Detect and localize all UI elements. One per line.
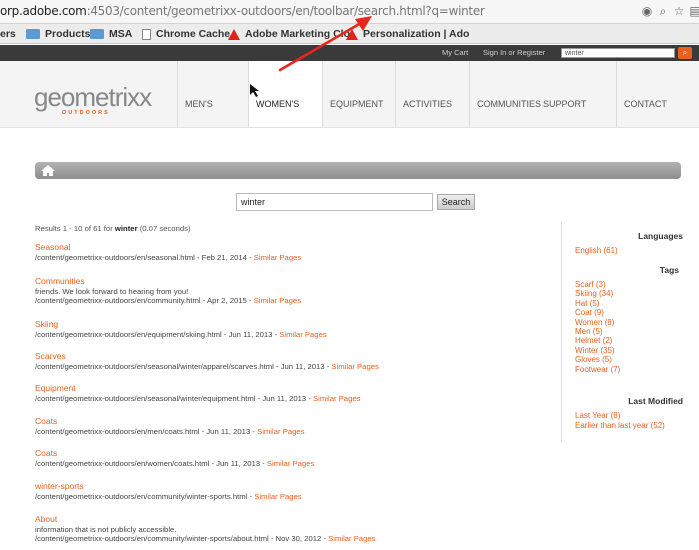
result-title[interactable]: Coats: [35, 448, 314, 459]
bookmark-item[interactable]: Chrome Cache: [142, 28, 230, 40]
nav-contact[interactable]: CONTACT: [616, 61, 699, 127]
location-icon[interactable]: ◉: [640, 4, 654, 18]
search-button[interactable]: Search: [437, 194, 475, 210]
result-title[interactable]: Seasonal: [35, 242, 301, 253]
browser-address-bar[interactable]: orp.adobe.com:4503/content/geometrixx-ou…: [0, 0, 699, 24]
bookmark-item[interactable]: Adobe Marketing Clo: [228, 28, 350, 40]
results-summary: Results 1 - 10 of 61 for winter (0.07 se…: [35, 224, 191, 233]
facet-link[interactable]: Hat (5): [575, 299, 599, 308]
facet-link[interactable]: Scarf (3): [575, 280, 606, 289]
result-title[interactable]: Equipment: [35, 383, 360, 394]
header-search-input[interactable]: winter: [561, 48, 675, 58]
nav-activities[interactable]: ACTIVITIES: [395, 61, 469, 127]
result-item: winter-sports /content/geometrixx-outdoo…: [35, 481, 302, 501]
similar-pages-link[interactable]: Similar Pages: [331, 362, 378, 371]
tags-heading: Tags: [659, 265, 679, 275]
result-item: Skiing /content/geometrixx-outdoors/en/e…: [35, 319, 327, 339]
facet-link[interactable]: Earlier than last year (52): [575, 421, 665, 430]
extension-icon[interactable]: ▤: [688, 4, 699, 18]
bookmark-item[interactable]: ers: [0, 28, 16, 40]
result-item: About information that is not publicly a…: [35, 514, 376, 543]
result-item: Scarves /content/geometrixx-outdoors/en/…: [35, 351, 379, 371]
facet-link[interactable]: Helmet (2): [575, 336, 612, 345]
sign-in-link[interactable]: Sign In or Register: [483, 48, 545, 57]
facet-link[interactable]: Last Year (8): [575, 411, 620, 420]
result-title[interactable]: Skiing: [35, 319, 327, 330]
similar-pages-link[interactable]: Similar Pages: [328, 534, 375, 543]
similar-pages-link[interactable]: Similar Pages: [254, 296, 301, 305]
result-item: Coats /content/geometrixx-outdoors/en/me…: [35, 416, 305, 436]
bookmark-item[interactable]: Products: [26, 28, 91, 40]
result-title[interactable]: Coats: [35, 416, 305, 427]
result-item: Seasonal /content/geometrixx-outdoors/en…: [35, 242, 302, 262]
facet-link[interactable]: Footwear (7): [575, 365, 620, 374]
result-title[interactable]: Communities: [35, 276, 301, 287]
similar-pages-link[interactable]: Similar Pages: [313, 394, 360, 403]
bookmark-star-icon[interactable]: ☆: [672, 4, 686, 18]
adobe-icon: [228, 28, 240, 40]
zoom-icon[interactable]: ⌕: [656, 4, 670, 18]
url-text[interactable]: orp.adobe.com:4503/content/geometrixx-ou…: [0, 4, 485, 18]
search-input[interactable]: winter: [236, 193, 433, 211]
page-icon: [142, 28, 151, 40]
facet-link[interactable]: English (61): [575, 246, 618, 255]
facet-link[interactable]: Women (8): [575, 318, 614, 327]
nav-mens[interactable]: MEN'S: [177, 61, 248, 127]
similar-pages-link[interactable]: Similar Pages: [267, 459, 314, 468]
logo-subtitle: OUTDOORS: [62, 110, 110, 116]
my-cart-link[interactable]: My Cart: [442, 48, 468, 57]
breadcrumb: [35, 162, 681, 179]
bookmark-item[interactable]: MSA: [90, 28, 132, 40]
bookmark-item[interactable]: Personalization | Ado: [346, 28, 469, 40]
nav-communities[interactable]: COMMUNITIES: [469, 61, 543, 127]
main-navigation: geometrixx OUTDOORS MEN'S WOMEN'S EQUIPM…: [0, 61, 699, 128]
result-excerpt: friends. We look forward to hearing from…: [35, 287, 189, 296]
facet-link[interactable]: Gloves (5): [575, 355, 612, 364]
search-facets-sidebar: Languages English (61) Tags Scarf (3) Sk…: [561, 222, 683, 442]
result-item: Communities friends. We look forward to …: [35, 276, 302, 305]
search-icon: ⌕: [682, 48, 688, 57]
result-item: Coats /content/geometrixx-outdoors/en/wo…: [35, 448, 315, 468]
result-excerpt: information that is not publicly accessi…: [35, 525, 177, 534]
folder-icon: [26, 29, 40, 39]
home-icon[interactable]: [41, 165, 55, 176]
nav-womens[interactable]: WOMEN'S: [248, 61, 322, 127]
similar-pages-link[interactable]: Similar Pages: [254, 253, 301, 262]
result-item: Equipment /content/geometrixx-outdoors/e…: [35, 383, 361, 403]
facet-link[interactable]: Skiing (34): [575, 289, 613, 298]
similar-pages-link[interactable]: Similar Pages: [254, 492, 301, 501]
nav-equipment[interactable]: EQUIPMENT: [322, 61, 395, 127]
facet-link[interactable]: Men (5): [575, 327, 603, 336]
header-search-button[interactable]: ⌕: [678, 47, 692, 59]
result-title[interactable]: winter-sports: [35, 481, 302, 492]
similar-pages-link[interactable]: Similar Pages: [257, 427, 304, 436]
result-title[interactable]: About: [35, 514, 376, 525]
similar-pages-link[interactable]: Similar Pages: [279, 330, 326, 339]
site-utility-bar: My Cart Sign In or Register winter ⌕: [0, 45, 699, 61]
facet-link[interactable]: Winter (35): [575, 346, 615, 355]
nav-support[interactable]: SUPPORT: [543, 61, 616, 127]
facet-link[interactable]: Coat (9): [575, 308, 604, 317]
adobe-icon: [346, 28, 358, 40]
bookmarks-bar: ers Products MSA Chrome Cache Adobe Mark…: [0, 24, 699, 44]
languages-heading: Languages: [638, 231, 683, 241]
last-modified-heading: Last Modified: [628, 396, 683, 406]
logo[interactable]: geometrixx: [34, 82, 152, 113]
result-title[interactable]: Scarves: [35, 351, 379, 362]
folder-icon: [90, 29, 104, 39]
